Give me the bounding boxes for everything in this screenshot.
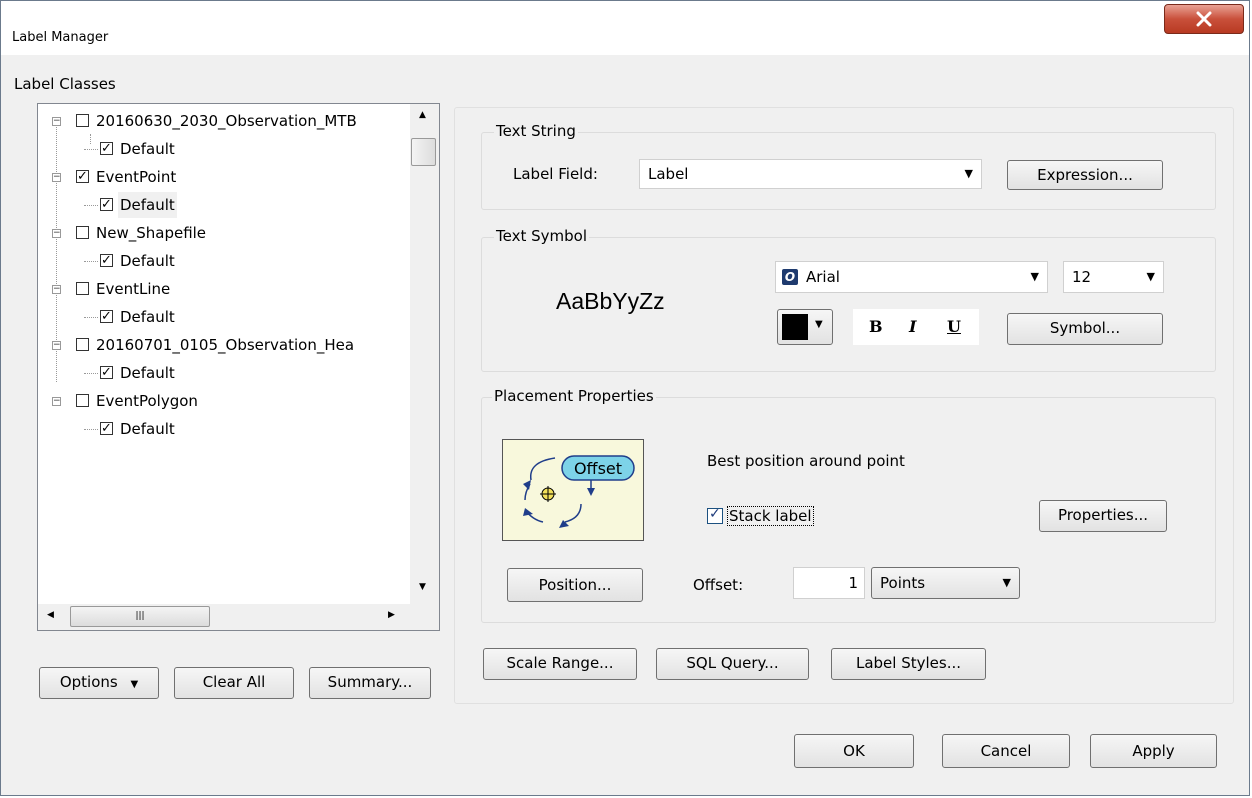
tree-checkbox[interactable] [76,164,89,190]
tree-checkbox[interactable] [76,282,89,295]
placement-preview-graphic: Offset [502,439,644,541]
tree-checkbox[interactable] [76,226,89,239]
collapse-icon[interactable]: − [52,229,61,238]
tree-item-label: 20160630_2030_Observation_MTB [96,112,357,130]
tree-item-label: EventPolygon [96,392,198,410]
expression-button[interactable]: Expression... [1007,160,1163,190]
properties-button[interactable]: Properties... [1039,500,1167,532]
position-button[interactable]: Position... [507,568,643,602]
font-size-value: 12 [1072,268,1092,286]
label-field-value: Label [648,165,689,183]
tree-checkbox[interactable] [100,360,113,386]
scroll-up-icon[interactable]: ▲ [419,110,426,120]
dialog-body: Label Classes − 20160630_2030_Observatio… [11,55,1241,788]
window-title: Label Manager [12,30,109,45]
tree-item-label: Default [118,192,177,218]
tree-item-label: EventLine [96,280,171,298]
bold-button[interactable]: B [869,317,883,336]
clear-all-button[interactable]: Clear All [174,667,294,699]
check-icon: ✓ [709,506,721,522]
tree-checkbox[interactable] [100,192,113,218]
ok-button[interactable]: OK [794,734,914,768]
horizontal-scrollbar[interactable]: ◀ ||| ▶ [38,604,410,630]
scroll-thumb[interactable] [411,138,436,166]
text-symbol-preview: AaBbYyZz [556,288,665,314]
tree-checkbox[interactable] [100,304,113,330]
collapse-icon[interactable]: − [52,173,61,182]
dropdown-arrow-icon: ▼ [815,319,823,330]
tree-item-label: Default [120,364,175,382]
collapse-icon[interactable]: − [52,397,61,406]
dropdown-arrow-icon: ▼ [1030,270,1039,283]
scroll-down-icon[interactable]: ▼ [419,582,426,592]
vertical-scrollbar[interactable]: ▲ ▼ [410,104,439,604]
dropdown-arrow-icon: ▼ [964,167,973,180]
label-manager-window: Label Manager Label Classes − 20160630_2… [0,0,1250,796]
color-picker[interactable]: ▼ [777,309,833,345]
stack-label-checkbox[interactable]: ✓ [707,506,723,524]
symbol-button[interactable]: Symbol... [1007,313,1163,345]
label-field-select[interactable]: Label ▼ [639,159,982,189]
dropdown-arrow-icon: ▼ [130,679,139,690]
tree-checkbox[interactable] [76,114,89,127]
collapse-icon[interactable]: − [52,117,61,126]
label-classes-heading: Label Classes [14,75,116,93]
underline-button[interactable]: U [947,317,961,336]
opentype-font-icon: O [782,269,798,285]
offset-input[interactable]: 1 [793,567,865,599]
label-classes-tree[interactable]: − 20160630_2030_Observation_MTB Default … [37,103,440,631]
cancel-button[interactable]: Cancel [942,734,1070,768]
text-symbol-title: Text Symbol [494,227,589,245]
scroll-right-icon[interactable]: ▶ [388,610,395,620]
scroll-thumb[interactable]: ||| [70,606,210,627]
tree-item-label: Default [120,420,175,438]
title-bar: Label Manager [1,1,1249,55]
scroll-left-icon[interactable]: ◀ [47,610,54,620]
tree-item-label: Default [120,308,175,326]
font-size-select[interactable]: 12 ▼ [1063,261,1164,293]
options-label: Options [59,673,118,691]
tree-checkbox[interactable] [100,136,113,162]
tree-item-label: Default [120,140,175,158]
text-string-title: Text String [494,122,578,140]
placement-diagram: Offset [523,455,635,528]
italic-button[interactable]: I [909,317,916,336]
summary-button[interactable]: Summary... [309,667,431,699]
scale-range-button[interactable]: Scale Range... [483,648,637,680]
placement-properties-title: Placement Properties [492,387,656,405]
stack-label-text[interactable]: Stack label [727,506,814,526]
close-icon [1196,11,1212,27]
close-button[interactable] [1164,4,1244,34]
options-button[interactable]: Options ▼ [39,667,159,699]
tree-checkbox[interactable] [100,416,113,442]
offset-badge-text: Offset [574,459,622,478]
tree-item-label: New_Shapefile [96,224,207,242]
tree-checkbox[interactable] [76,338,89,351]
tree-checkbox[interactable] [100,248,113,274]
tree-checkbox[interactable] [76,394,89,407]
tree-item-label: EventPoint [96,168,177,186]
sql-query-button[interactable]: SQL Query... [656,648,809,680]
scroll-corner [410,604,439,630]
offset-label: Offset: [693,576,744,594]
offset-unit-value: Points [880,574,926,592]
tree-item-label: Default [120,252,175,270]
dropdown-arrow-icon: ▼ [1146,270,1155,283]
collapse-icon[interactable]: − [52,341,61,350]
font-value: Arial [806,268,840,286]
label-field-label: Label Field: [513,165,598,183]
label-styles-button[interactable]: Label Styles... [831,648,986,680]
offset-unit-select[interactable]: Points ▼ [871,567,1020,599]
apply-button[interactable]: Apply [1090,734,1217,768]
dropdown-arrow-icon: ▼ [1002,576,1011,589]
color-swatch [782,314,808,340]
collapse-icon[interactable]: − [52,285,61,294]
tree-item-label: 20160701_0105_Observation_Hea [96,336,355,354]
font-select[interactable]: O Arial ▼ [775,261,1048,293]
offset-value: 1 [848,574,858,592]
placement-description: Best position around point [707,452,905,470]
